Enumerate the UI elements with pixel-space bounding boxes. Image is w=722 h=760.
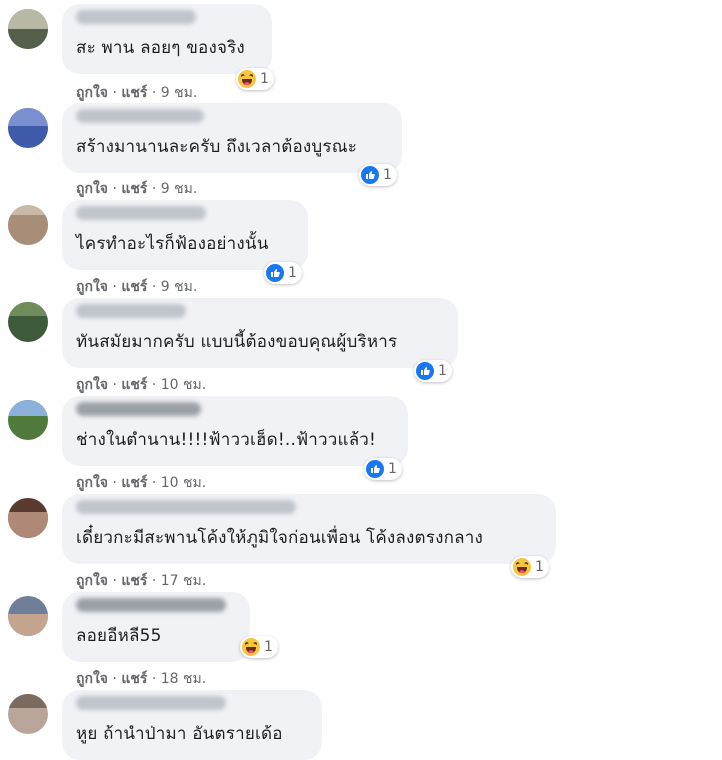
comment-time[interactable]: 9 ชม. — [161, 279, 198, 295]
commenter-name[interactable] — [76, 598, 226, 612]
haha-reaction-icon — [242, 638, 260, 656]
reaction-count: 1 — [260, 71, 269, 87]
reaction-count: 1 — [438, 363, 447, 379]
comment-text: ช่างในตำนาน!!!!ฟ้าววเฮ็ด!..ฟ้าววแล้ว! — [76, 430, 377, 450]
separator: · — [151, 377, 157, 393]
comment-bubble: ช่างในตำนาน!!!!ฟ้าววเฮ็ด!..ฟ้าววแล้ว! — [62, 396, 408, 466]
reaction-badge[interactable]: 1 — [236, 68, 274, 90]
reaction-count: 1 — [383, 167, 392, 183]
separator: · — [112, 475, 117, 491]
like-reaction-icon — [266, 264, 284, 282]
reaction-badge[interactable]: 1 — [359, 164, 397, 186]
comment-text: ทันสมัยมากครับ แบบนี้ต้องขอบคุณผู้บริหาร — [76, 332, 398, 352]
avatar[interactable] — [8, 108, 48, 148]
separator: · — [112, 85, 117, 101]
separator: · — [112, 573, 117, 589]
like-link[interactable]: ถูกใจ — [76, 573, 108, 589]
separator: · — [151, 181, 157, 197]
comment-text: สร้างมานานละครับ ถึงเวลาต้องบูรณะ — [76, 137, 358, 157]
comment-actions: ถูกใจ · แชร์ · 9 ชม. — [76, 178, 197, 200]
like-link[interactable]: ถูกใจ — [76, 279, 108, 295]
reaction-count: 1 — [264, 639, 273, 655]
like-link[interactable]: ถูกใจ — [76, 475, 108, 491]
comment-time[interactable]: 10 ชม. — [161, 475, 206, 491]
reaction-count: 1 — [388, 461, 397, 477]
commenter-name[interactable] — [76, 10, 196, 24]
separator: · — [112, 279, 117, 295]
separator: · — [151, 475, 157, 491]
comment-text: สะ พาน ลอยๆ ของจริง — [76, 38, 245, 58]
share-link[interactable]: แชร์ — [121, 671, 147, 687]
commenter-name[interactable] — [76, 304, 186, 318]
comment-actions: ถูกใจ · แชร์ · 10 ชม. — [76, 472, 206, 494]
comment-bubble: สร้างมานานละครับ ถึงเวลาต้องบูรณะ — [62, 103, 402, 173]
commenter-name[interactable] — [76, 696, 226, 710]
separator: · — [151, 671, 157, 687]
commenter-name[interactable] — [76, 109, 204, 123]
commenter-name[interactable] — [76, 500, 296, 514]
avatar[interactable] — [8, 694, 48, 734]
comment-text: ไครทำอะไรก็ฟ้องอย่างนั้น — [76, 234, 269, 254]
reaction-badge[interactable]: 1 — [414, 360, 452, 382]
comment-bubble: ทันสมัยมากครับ แบบนี้ต้องขอบคุณผู้บริหาร — [62, 298, 458, 368]
avatar[interactable] — [8, 400, 48, 440]
comment-actions: ถูกใจ · แชร์ · 18 ชม. — [76, 668, 206, 690]
separator: · — [151, 573, 157, 589]
avatar[interactable] — [8, 498, 48, 538]
reaction-count: 1 — [535, 559, 544, 575]
comment-actions: ถูกใจ · แชร์ · 9 ชม. — [76, 276, 197, 298]
like-reaction-icon — [416, 362, 434, 380]
comment-text: เดี๋ยวกะมีสะพานโค้งให้ภูมิใจก่อนเพื่อน โ… — [76, 528, 483, 548]
comment-actions: ถูกใจ · แชร์ · 10 ชม. — [76, 374, 206, 396]
share-link[interactable]: แชร์ — [121, 475, 147, 491]
reaction-count: 1 — [288, 265, 297, 281]
avatar[interactable] — [8, 596, 48, 636]
comment-text: ลอยอีหลี55 — [76, 626, 162, 646]
commenter-name[interactable] — [76, 206, 206, 220]
comment-time[interactable]: 17 ชม. — [161, 573, 206, 589]
share-link[interactable]: แชร์ — [121, 181, 147, 197]
separator: · — [112, 377, 117, 393]
haha-reaction-icon — [238, 70, 256, 88]
like-link[interactable]: ถูกใจ — [76, 181, 108, 197]
reaction-badge[interactable]: 1 — [511, 556, 549, 578]
commenter-name[interactable] — [76, 402, 201, 416]
comment-bubble: หูย ถ้านำป่ามา อันตรายเด้อ — [62, 690, 322, 760]
comment-text: หูย ถ้านำป่ามา อันตรายเด้อ — [76, 724, 283, 744]
haha-reaction-icon — [513, 558, 531, 576]
reaction-badge[interactable]: 1 — [264, 262, 302, 284]
comment-bubble: ลอยอีหลี55 — [62, 592, 250, 662]
separator: · — [112, 181, 117, 197]
avatar[interactable] — [8, 205, 48, 245]
share-link[interactable]: แชร์ — [121, 377, 147, 393]
comment-actions: ถูกใจ · แชร์ · 17 ชม. — [76, 570, 206, 592]
comment-actions: ถูกใจ · แชร์ · 9 ชม. — [76, 82, 197, 104]
share-link[interactable]: แชร์ — [121, 85, 147, 101]
like-link[interactable]: ถูกใจ — [76, 377, 108, 393]
share-link[interactable]: แชร์ — [121, 279, 147, 295]
reaction-badge[interactable]: 1 — [364, 458, 402, 480]
separator: · — [112, 671, 117, 687]
avatar[interactable] — [8, 9, 48, 49]
like-link[interactable]: ถูกใจ — [76, 85, 108, 101]
comment-bubble: ไครทำอะไรก็ฟ้องอย่างนั้น — [62, 200, 308, 270]
comment-bubble: เดี๋ยวกะมีสะพานโค้งให้ภูมิใจก่อนเพื่อน โ… — [62, 494, 556, 564]
comment-time[interactable]: 10 ชม. — [161, 377, 206, 393]
like-link[interactable]: ถูกใจ — [76, 671, 108, 687]
share-link[interactable]: แชร์ — [121, 573, 147, 589]
like-reaction-icon — [361, 166, 379, 184]
comment-time[interactable]: 9 ชม. — [161, 85, 198, 101]
comment-bubble: สะ พาน ลอยๆ ของจริง — [62, 4, 272, 74]
separator: · — [151, 85, 157, 101]
like-reaction-icon — [366, 460, 384, 478]
comment-time[interactable]: 9 ชม. — [161, 181, 198, 197]
reaction-badge[interactable]: 1 — [240, 636, 278, 658]
separator: · — [151, 279, 157, 295]
comment-time[interactable]: 18 ชม. — [161, 671, 206, 687]
avatar[interactable] — [8, 302, 48, 342]
